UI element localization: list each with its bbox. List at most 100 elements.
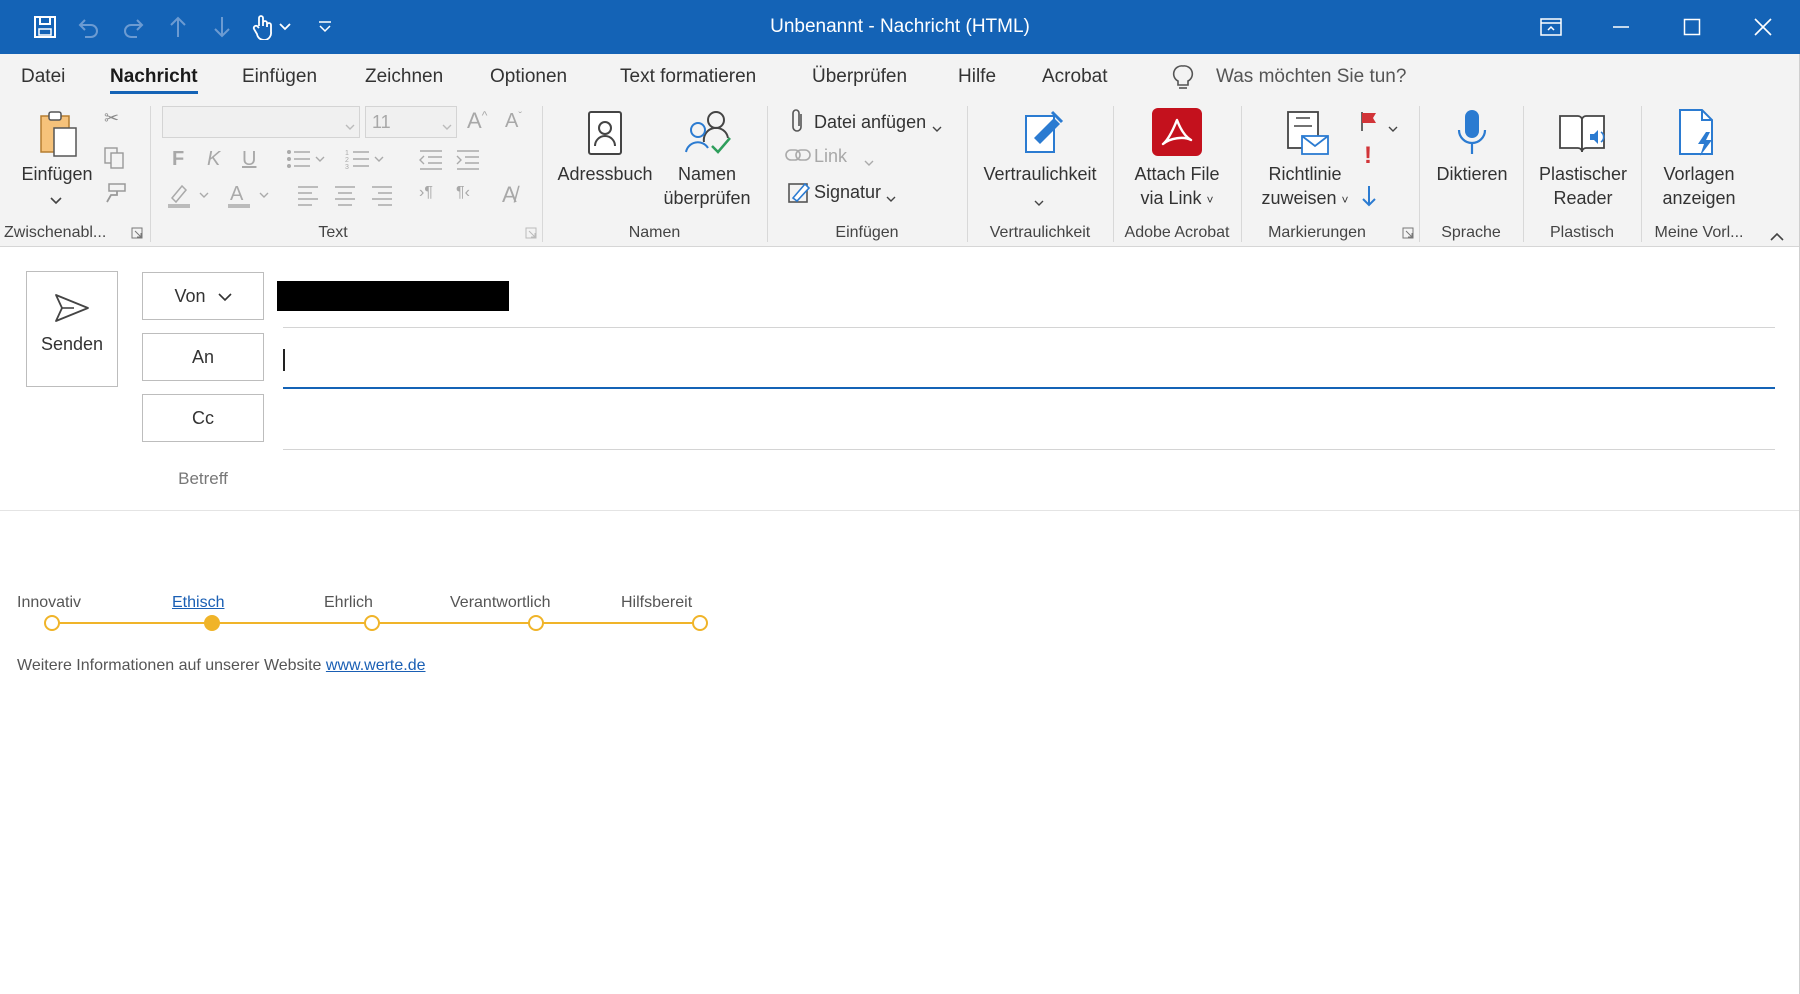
tab-datei[interactable]: Datei xyxy=(21,66,65,88)
assign-policy-icon[interactable] xyxy=(1284,110,1330,163)
tab-hilfe[interactable]: Hilfe xyxy=(958,66,996,88)
microphone-icon[interactable] xyxy=(1455,108,1489,163)
attach-file-via-link-button[interactable]: Attach File via Link ˅ xyxy=(1116,162,1238,212)
chevron-down-icon xyxy=(345,118,355,136)
signature-icon[interactable] xyxy=(787,180,811,209)
subject-input[interactable] xyxy=(283,457,1775,497)
immersive-reader-icon[interactable] xyxy=(1556,110,1608,161)
immersive-reader-button[interactable]: Plastischer Reader xyxy=(1527,162,1639,210)
attach-via-link-label-2: via Link ˅ xyxy=(1140,188,1214,208)
paste-icon[interactable] xyxy=(38,110,78,163)
check-names-button[interactable]: Namen überprüfen xyxy=(655,162,759,210)
text-cursor xyxy=(283,349,285,371)
paste-dropdown-icon[interactable] xyxy=(50,192,62,210)
align-center-icon[interactable] xyxy=(333,184,357,211)
sensitivity-icon[interactable] xyxy=(1020,108,1066,161)
timeline-dot xyxy=(364,615,380,631)
to-input[interactable] xyxy=(283,341,1775,381)
decrease-indent-icon[interactable] xyxy=(418,148,444,175)
link-icon[interactable] xyxy=(785,146,811,169)
to-button[interactable]: An xyxy=(142,333,264,381)
tell-me-search[interactable]: Was möchten Sie tun? xyxy=(1216,66,1406,88)
maximize-icon[interactable] xyxy=(1669,8,1715,46)
chevron-down-icon[interactable] xyxy=(1388,120,1398,138)
grow-font-icon[interactable]: A^ xyxy=(467,108,487,134)
increase-indent-icon[interactable] xyxy=(455,148,481,175)
from-label: Von xyxy=(174,285,206,306)
close-icon[interactable] xyxy=(1740,8,1786,46)
title-bar: Unbenannt - Nachricht (HTML) xyxy=(0,0,1800,54)
dialog-launcher-icon[interactable] xyxy=(525,226,537,244)
chevron-down-icon[interactable] xyxy=(886,190,896,208)
chevron-down-icon[interactable] xyxy=(932,120,942,138)
website-link[interactable]: www.werte.de xyxy=(326,657,426,674)
tab-optionen[interactable]: Optionen xyxy=(490,66,567,88)
shrink-font-icon[interactable]: Aˇ xyxy=(505,110,522,133)
assign-policy-button[interactable]: Richtlinie zuweisen ˅ xyxy=(1244,162,1366,212)
ribbon-display-icon[interactable] xyxy=(1528,8,1574,46)
tab-nachricht[interactable]: Nachricht xyxy=(110,66,198,94)
value-label: Ehrlich xyxy=(324,594,373,611)
align-left-icon[interactable] xyxy=(296,184,320,211)
message-body[interactable] xyxy=(0,511,1800,994)
cut-icon[interactable]: ✂ xyxy=(104,108,119,129)
dialog-launcher-icon[interactable] xyxy=(131,226,143,244)
link-button[interactable]: Link xyxy=(814,146,847,167)
address-book-button[interactable]: Adressbuch xyxy=(552,162,658,186)
view-templates-label-1: Vorlagen xyxy=(1663,164,1735,184)
highlight-color-icon[interactable] xyxy=(166,182,214,215)
collapse-ribbon-icon[interactable] xyxy=(1770,228,1784,246)
cc-input[interactable] xyxy=(283,402,1775,442)
minimize-icon[interactable] xyxy=(1598,8,1644,46)
lightbulb-icon[interactable] xyxy=(1172,64,1194,97)
check-names-icon[interactable] xyxy=(682,108,732,163)
paperclip-icon[interactable] xyxy=(790,108,806,139)
view-templates-button[interactable]: Vorlagen anzeigen xyxy=(1644,162,1754,210)
font-color-icon[interactable]: A xyxy=(226,182,274,215)
attach-file-button[interactable]: Datei anfügen xyxy=(814,112,926,133)
attach-via-link-label-1: Attach File xyxy=(1134,164,1220,184)
cc-button[interactable]: Cc xyxy=(142,394,264,442)
bold-button[interactable]: F xyxy=(172,148,184,171)
group-confidentiality-label: Vertraulichkeit xyxy=(989,224,1091,241)
acrobat-icon[interactable] xyxy=(1152,108,1202,156)
tab-ueberpruefen[interactable]: Überprüfen xyxy=(812,66,907,88)
group-names-label: Namen xyxy=(628,224,681,241)
timeline-dot xyxy=(44,615,60,631)
signature-button[interactable]: Signatur xyxy=(814,182,881,203)
from-button[interactable]: Von xyxy=(142,272,264,320)
address-book-icon[interactable] xyxy=(585,110,625,161)
group-clipboard-label: Zwischenabl... xyxy=(4,224,107,241)
bullets-icon[interactable] xyxy=(286,148,326,175)
value-link-active[interactable]: Ethisch xyxy=(172,594,224,612)
chevron-down-icon xyxy=(217,286,232,307)
info-line: Weitere Informationen auf unserer Websit… xyxy=(17,657,426,675)
chevron-down-icon[interactable] xyxy=(1034,194,1044,212)
underline-button[interactable]: U xyxy=(242,148,256,171)
tab-einfuegen[interactable]: Einfügen xyxy=(242,66,317,88)
sensitivity-button[interactable]: Vertraulichkeit xyxy=(970,162,1110,186)
send-button[interactable]: Senden xyxy=(26,271,118,387)
flag-icon[interactable] xyxy=(1358,110,1380,137)
view-templates-icon[interactable] xyxy=(1676,108,1720,163)
numbering-icon[interactable]: 123 xyxy=(345,148,385,175)
align-right-icon[interactable] xyxy=(370,184,394,211)
low-importance-icon[interactable] xyxy=(1360,184,1378,213)
tab-acrobat[interactable]: Acrobat xyxy=(1042,66,1107,88)
tab-text-formatieren[interactable]: Text formatieren xyxy=(620,66,756,88)
clear-formatting-icon[interactable]: A̸ xyxy=(502,182,517,208)
italic-button[interactable]: K xyxy=(207,148,220,171)
subject-label: Betreff xyxy=(178,469,228,488)
font-name-select[interactable] xyxy=(162,106,360,138)
dictate-button[interactable]: Diktieren xyxy=(1422,162,1522,186)
rtl-icon[interactable]: ¶‹ xyxy=(456,184,470,202)
dialog-launcher-icon[interactable] xyxy=(1402,226,1414,244)
value-label: Hilfsbereit xyxy=(621,594,693,611)
format-painter-icon[interactable] xyxy=(103,182,127,209)
group-insert-label: Einfügen xyxy=(835,224,899,241)
paste-button[interactable]: Einfügen xyxy=(14,162,100,186)
ltr-icon[interactable]: ›¶ xyxy=(419,184,433,202)
high-importance-icon[interactable]: ! xyxy=(1364,142,1372,170)
copy-icon[interactable] xyxy=(103,146,125,175)
tab-zeichnen[interactable]: Zeichnen xyxy=(365,66,443,88)
